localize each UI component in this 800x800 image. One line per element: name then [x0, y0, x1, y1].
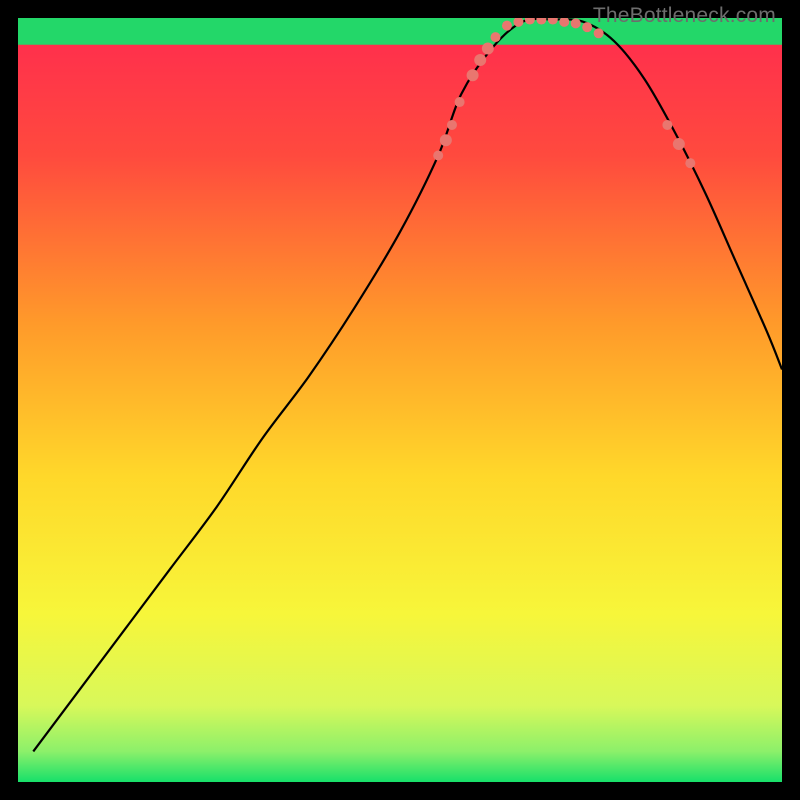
data-marker	[594, 28, 604, 38]
data-marker	[474, 54, 486, 66]
data-marker	[662, 120, 672, 130]
data-marker	[433, 151, 443, 161]
data-marker	[673, 138, 685, 150]
gradient-background	[18, 18, 782, 782]
data-marker	[447, 120, 457, 130]
data-marker	[685, 158, 695, 168]
data-marker	[582, 22, 592, 32]
chart-frame	[18, 18, 782, 782]
data-marker	[455, 97, 465, 107]
watermark-label: TheBottleneck.com	[593, 4, 776, 28]
data-marker	[440, 134, 452, 146]
data-marker	[482, 43, 494, 55]
data-marker	[491, 32, 501, 42]
data-marker	[502, 21, 512, 31]
data-marker	[571, 18, 581, 28]
bottleneck-chart	[18, 18, 782, 782]
data-marker	[467, 69, 479, 81]
